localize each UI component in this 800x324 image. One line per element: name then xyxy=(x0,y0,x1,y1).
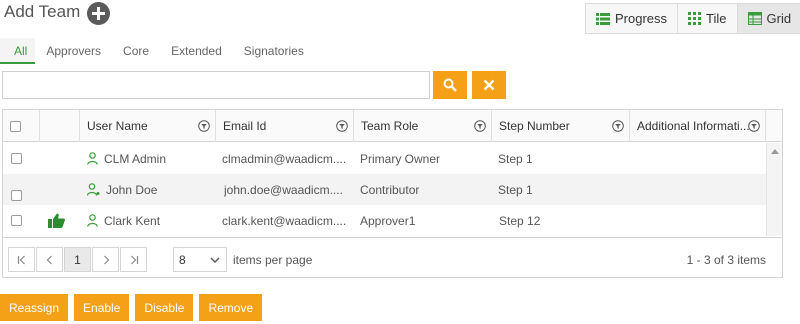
step-number-cell: Step 1 xyxy=(498,182,533,197)
column-header-user-name[interactable]: User Name xyxy=(80,110,216,142)
team-role-cell: Approver1 xyxy=(360,213,416,228)
enable-button[interactable]: Enable xyxy=(74,294,130,321)
column-header-label: User Name xyxy=(87,119,148,133)
filter-icon[interactable] xyxy=(748,120,760,132)
table-row[interactable]: CLM Admin clmadmin@waadicm.... Primary O… xyxy=(3,143,766,174)
last-page-icon xyxy=(130,255,138,264)
row-checkbox[interactable] xyxy=(11,215,22,226)
step-number-cell: Step 12 xyxy=(499,213,541,228)
column-header-label: Email Id xyxy=(223,119,267,133)
filter-icon[interactable] xyxy=(474,120,486,132)
team-grid: User Name Email Id Team Role Step Number… xyxy=(2,109,783,278)
chevron-down-icon xyxy=(210,257,220,263)
first-page-icon xyxy=(17,255,25,264)
user-name: CLM Admin xyxy=(104,151,167,166)
last-page-button[interactable] xyxy=(120,247,147,272)
tab-approvers[interactable]: Approvers xyxy=(35,38,112,64)
user-name: Clark Kent xyxy=(104,213,161,228)
column-header-additional-info[interactable]: Additional Informati... xyxy=(630,110,766,142)
first-page-button[interactable] xyxy=(8,247,35,272)
chevron-right-icon xyxy=(103,255,109,264)
row-checkbox-cell xyxy=(11,143,22,174)
email-cell: clark.kent@waadicm.... xyxy=(222,213,347,228)
step-number-cell: Step 1 xyxy=(498,151,533,166)
team-role-cell: Primary Owner xyxy=(360,151,441,166)
disable-button[interactable]: Disable xyxy=(135,294,194,321)
search-input[interactable] xyxy=(2,71,430,99)
items-summary: 1 - 3 of 3 items xyxy=(686,253,766,267)
pager: 1 8 items per page 1 - 3 of 3 items xyxy=(3,237,782,277)
scroll-up-icon[interactable] xyxy=(771,149,779,154)
search-button[interactable] xyxy=(433,71,467,99)
status-column-header xyxy=(40,110,80,142)
clear-search-button[interactable] xyxy=(472,71,506,99)
next-page-button[interactable] xyxy=(92,247,119,272)
tile-view-label: Tile xyxy=(706,11,727,26)
tab-extended[interactable]: Extended xyxy=(160,38,233,64)
select-all-cell xyxy=(3,110,40,142)
previous-page-button[interactable] xyxy=(36,247,63,272)
table-row[interactable]: John Doe john.doe@waadicm.... Contributo… xyxy=(3,174,766,205)
grid-scrollbar[interactable] xyxy=(766,143,782,236)
per-page-label: items per page xyxy=(233,253,313,267)
column-header-label: Team Role xyxy=(361,119,419,133)
tile-icon xyxy=(688,12,702,25)
page-title: Add Team xyxy=(4,2,81,21)
column-header-label: Step Number xyxy=(499,119,570,133)
row-checkbox[interactable] xyxy=(11,190,22,201)
action-bar: Reassign Enable Disable Remove xyxy=(0,294,263,321)
progress-view-label: Progress xyxy=(615,11,668,26)
chevron-left-icon xyxy=(46,255,52,264)
team-role-cell: Contributor xyxy=(360,182,420,197)
email-cell: john.doe@waadicm.... xyxy=(224,182,343,197)
user-icon xyxy=(87,214,98,227)
column-header-team-role[interactable]: Team Role xyxy=(354,110,492,142)
add-team-button[interactable] xyxy=(87,2,110,25)
list-icon xyxy=(596,12,610,25)
row-checkbox[interactable] xyxy=(11,153,22,164)
user-name-cell: John Doe xyxy=(87,174,157,205)
page-number-button[interactable]: 1 xyxy=(64,247,91,272)
table-row[interactable]: Clark Kent clark.kent@waadicm.... Approv… xyxy=(3,205,766,236)
select-all-checkbox[interactable] xyxy=(10,120,21,132)
row-checkbox-cell xyxy=(11,205,22,236)
tab-all[interactable]: All xyxy=(0,38,36,64)
grid-header: User Name Email Id Team Role Step Number… xyxy=(3,110,782,142)
column-header-step-number[interactable]: Step Number xyxy=(492,110,630,142)
search-bar xyxy=(0,71,800,101)
filter-icon[interactable] xyxy=(198,120,210,132)
user-name-cell: CLM Admin xyxy=(87,143,166,174)
grid-icon xyxy=(747,12,762,25)
filter-icon[interactable] xyxy=(612,120,624,132)
user-name-cell: Clark Kent xyxy=(87,205,160,236)
page-size-select[interactable]: 8 xyxy=(173,247,227,272)
tile-view-button[interactable]: Tile xyxy=(678,4,738,33)
user-name: John Doe xyxy=(106,182,158,197)
tab-core[interactable]: Core xyxy=(112,38,160,64)
grid-view-label: Grid xyxy=(766,11,792,26)
approval-status-cell xyxy=(48,205,65,236)
tab-signatories[interactable]: Signatories xyxy=(233,38,315,64)
remove-button[interactable]: Remove xyxy=(199,294,263,321)
progress-view-button[interactable]: Progress xyxy=(586,4,679,33)
column-header-email[interactable]: Email Id xyxy=(216,110,354,142)
close-icon xyxy=(483,79,495,91)
plus-icon xyxy=(92,7,105,20)
team-tabs: All Approvers Core Extended Signatories xyxy=(0,38,800,64)
search-icon xyxy=(443,78,457,92)
thumbs-up-icon xyxy=(48,213,65,228)
header: Add Team Progress Tile Grid xyxy=(0,0,800,34)
reassign-button[interactable]: Reassign xyxy=(0,294,69,321)
filter-icon[interactable] xyxy=(336,120,348,132)
grid-view-button[interactable]: Grid xyxy=(737,4,800,33)
user-group-icon xyxy=(87,183,100,196)
column-header-label: Additional Informati... xyxy=(637,119,750,133)
user-icon xyxy=(87,152,98,165)
email-cell: clmadmin@waadicm.... xyxy=(222,151,347,166)
view-switch: Progress Tile Grid xyxy=(585,3,800,34)
page-size-value: 8 xyxy=(179,252,186,267)
